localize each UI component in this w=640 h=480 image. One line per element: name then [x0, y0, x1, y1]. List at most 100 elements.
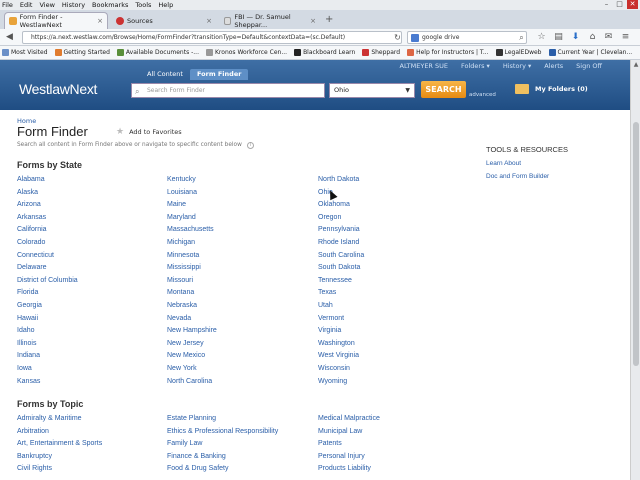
form-link[interactable]: Idaho: [17, 327, 78, 340]
form-link[interactable]: Food & Drug Safety: [167, 465, 278, 478]
form-link[interactable]: Missouri: [167, 277, 217, 290]
form-link[interactable]: Finance & Banking: [167, 453, 278, 466]
browser-search-input[interactable]: google drive: [407, 31, 527, 44]
form-link[interactable]: Montana: [167, 289, 217, 302]
download-icon[interactable]: ⬇: [570, 32, 581, 43]
tab-all-content[interactable]: All Content: [140, 69, 190, 80]
bookmark-item[interactable]: Blackboard Learn: [294, 49, 355, 56]
form-link[interactable]: Iowa: [17, 365, 78, 378]
form-link[interactable]: Tennessee: [318, 277, 364, 290]
form-link[interactable]: Alabama: [17, 176, 78, 189]
form-link[interactable]: Family Law: [167, 440, 278, 453]
add-to-favorites[interactable]: ★ Add to Favorites: [116, 127, 182, 137]
tab-close-icon[interactable]: ×: [310, 17, 316, 25]
form-link[interactable]: North Carolina: [167, 378, 217, 391]
form-link[interactable]: Arkansas: [17, 214, 78, 227]
form-link[interactable]: Nebraska: [167, 302, 217, 315]
form-link[interactable]: North Dakota: [318, 176, 364, 189]
form-link[interactable]: Florida: [17, 289, 78, 302]
page-scrollbar[interactable]: ▲: [630, 60, 640, 480]
bookmark-item[interactable]: Help for Instructors | T...: [407, 49, 489, 56]
form-link[interactable]: Wisconsin: [318, 365, 364, 378]
new-tab-icon[interactable]: +: [325, 14, 333, 25]
tab-fbi[interactable]: FBI — Dr. Samuel Sheppar... ×: [220, 12, 320, 29]
form-link[interactable]: Art, Entertainment & Sports: [17, 440, 102, 453]
form-link[interactable]: Texas: [318, 289, 364, 302]
minimize-icon[interactable]: –: [601, 0, 612, 9]
tab-close-icon[interactable]: ×: [97, 17, 103, 25]
form-link[interactable]: District of Columbia: [17, 277, 78, 290]
star-icon[interactable]: ☆: [536, 32, 547, 43]
form-link[interactable]: Michigan: [167, 239, 217, 252]
form-link[interactable]: Massachusetts: [167, 226, 217, 239]
menu-help[interactable]: Help: [158, 1, 173, 9]
menu-history[interactable]: History: [62, 1, 85, 9]
form-link[interactable]: Washington: [318, 340, 364, 353]
bookmark-item[interactable]: Available Documents -...: [116, 49, 199, 56]
form-link[interactable]: Rhode Island: [318, 239, 364, 252]
form-link[interactable]: Indiana: [17, 352, 78, 365]
form-link[interactable]: Alaska: [17, 189, 78, 202]
form-link[interactable]: Virginia: [318, 327, 364, 340]
form-link[interactable]: Arizona: [17, 201, 78, 214]
menu-file[interactable]: File: [2, 1, 13, 9]
bookmark-item[interactable]: Sheppard: [362, 49, 400, 56]
form-link[interactable]: New Hampshire: [167, 327, 217, 340]
westlaw-logo[interactable]: WestlawNext: [19, 81, 97, 97]
form-link[interactable]: Connecticut: [17, 252, 78, 265]
form-link[interactable]: Estate Planning: [167, 415, 278, 428]
search-go-icon[interactable]: ⌕: [516, 32, 527, 43]
alerts-link[interactable]: Alerts: [544, 62, 563, 70]
form-link[interactable]: Mississippi: [167, 264, 217, 277]
menu-bookmarks[interactable]: Bookmarks: [92, 1, 128, 9]
close-icon[interactable]: ✕: [627, 0, 638, 9]
bookmark-item[interactable]: LegalEDweb: [495, 49, 542, 56]
home-icon[interactable]: ⌂: [587, 32, 598, 43]
form-link[interactable]: Oregon: [318, 214, 364, 227]
clipboard-icon[interactable]: ▤: [553, 32, 564, 43]
form-link[interactable]: Patents: [318, 440, 380, 453]
search-button[interactable]: SEARCH: [421, 81, 466, 98]
form-link[interactable]: Municipal Law: [318, 428, 380, 441]
menu-icon[interactable]: ≡: [620, 32, 631, 43]
bookmark-item[interactable]: Kronos Workforce Cen...: [206, 49, 287, 56]
maximize-icon[interactable]: □: [614, 0, 625, 9]
form-link[interactable]: South Dakota: [318, 264, 364, 277]
form-link[interactable]: New York: [167, 365, 217, 378]
jurisdiction-select[interactable]: Ohio ▼: [329, 83, 415, 98]
form-link[interactable]: Vermont: [318, 315, 364, 328]
back-icon[interactable]: ◀: [4, 32, 15, 43]
form-link[interactable]: Nevada: [167, 315, 217, 328]
tab-form-finder[interactable]: Form Finder - WestlawNext ×: [4, 12, 108, 29]
form-link[interactable]: Hawaii: [17, 315, 78, 328]
form-link[interactable]: Medical Malpractice: [318, 415, 380, 428]
form-link[interactable]: Ohio: [318, 189, 364, 202]
form-link[interactable]: California: [17, 226, 78, 239]
advanced-search-link[interactable]: advanced: [469, 92, 496, 98]
tab-sources[interactable]: Sources ×: [112, 12, 216, 29]
form-link[interactable]: Oklahoma: [318, 201, 364, 214]
form-link[interactable]: Civil Rights: [17, 465, 102, 478]
form-link[interactable]: Minnesota: [167, 252, 217, 265]
learn-about-link[interactable]: Learn About: [486, 160, 549, 173]
form-finder-search-input[interactable]: ⌕ Search Form Finder: [131, 83, 325, 98]
history-menu[interactable]: History ▾: [503, 62, 531, 70]
form-link[interactable]: Products Liability: [318, 465, 380, 478]
bookmark-item[interactable]: Most Visited: [2, 49, 48, 56]
form-link[interactable]: Delaware: [17, 264, 78, 277]
folders-menu[interactable]: Folders ▾: [461, 62, 490, 70]
form-link[interactable]: Bankruptcy: [17, 453, 102, 466]
doc-form-builder-link[interactable]: Doc and Form Builder: [486, 173, 549, 186]
form-link[interactable]: Utah: [318, 302, 364, 315]
form-link[interactable]: Georgia: [17, 302, 78, 315]
tab-form-finder[interactable]: Form Finder: [189, 69, 249, 80]
form-link[interactable]: Wyoming: [318, 378, 364, 391]
sign-off-link[interactable]: Sign Off: [576, 62, 602, 70]
form-link[interactable]: New Jersey: [167, 340, 217, 353]
form-link[interactable]: Kentucky: [167, 176, 217, 189]
bookmark-item[interactable]: Current Year | Clevelan...: [548, 49, 632, 56]
form-link[interactable]: Kansas: [17, 378, 78, 391]
bookmark-item[interactable]: Getting Started: [54, 49, 110, 56]
form-link[interactable]: Personal Injury: [318, 453, 380, 466]
form-link[interactable]: Pennsylvania: [318, 226, 364, 239]
